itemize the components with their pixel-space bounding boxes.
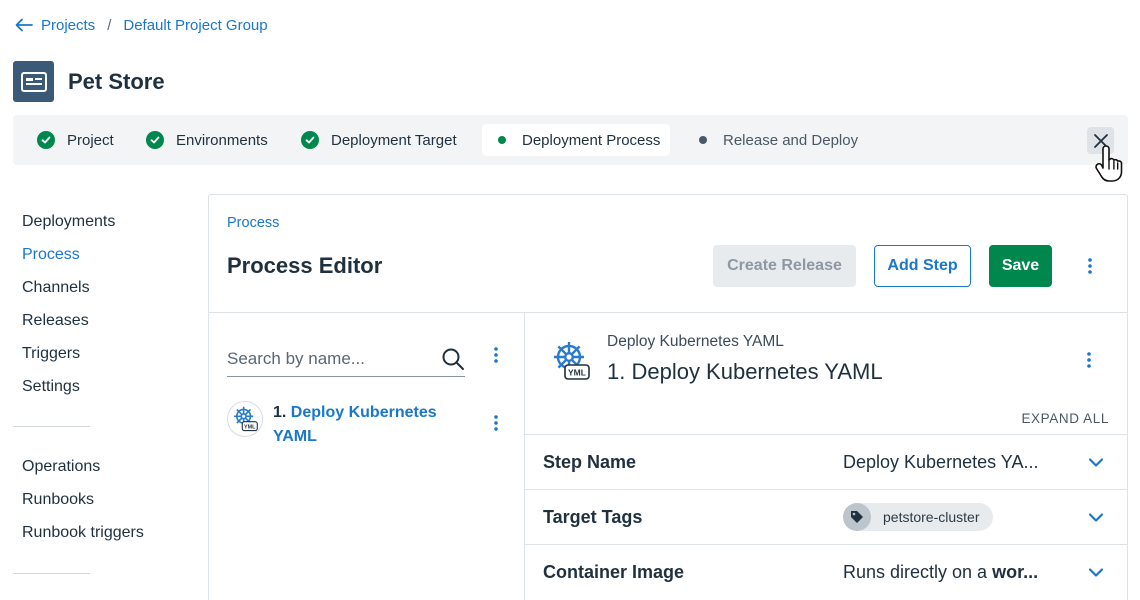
- stepper-step-label: Deployment Process: [522, 131, 661, 149]
- step-list-panel: Search by name... YML 1. Deploy Kubernet…: [209, 313, 525, 600]
- add-step-button[interactable]: Add Step: [874, 245, 971, 287]
- sidebar-item-releases[interactable]: Releases: [22, 304, 192, 337]
- breadcrumb-projects-link[interactable]: Projects: [41, 17, 95, 34]
- row-label: Target Tags: [543, 506, 643, 527]
- stepper-step-release-and-deploy[interactable]: Release and Deploy: [693, 124, 858, 156]
- breadcrumb-separator: /: [107, 16, 112, 34]
- kubernetes-helm-icon: YML: [227, 401, 263, 437]
- tag-icon: [843, 503, 871, 531]
- process-editor-card: Process Process Editor Create Release Ad…: [208, 194, 1128, 600]
- expand-all-button[interactable]: EXPAND ALL: [1021, 411, 1109, 426]
- target-tags-row[interactable]: Target Tags petstore-cluster: [525, 489, 1127, 544]
- sidebar-item-process[interactable]: Process: [22, 238, 192, 271]
- more-vertical-icon[interactable]: [486, 413, 506, 433]
- check-circle-icon: [301, 131, 319, 149]
- row-value-prefix: Runs directly on a: [843, 561, 988, 582]
- stepper-step-project[interactable]: Project: [37, 124, 114, 156]
- chevron-down-icon[interactable]: [1087, 563, 1105, 581]
- pending-step-dot: [699, 136, 707, 144]
- sidebar-item-operations[interactable]: Operations: [22, 450, 192, 483]
- svg-text:YML: YML: [244, 425, 256, 431]
- process-editor-title: Process Editor: [227, 253, 383, 278]
- check-circle-icon: [37, 131, 55, 149]
- current-step-dot: [498, 136, 506, 144]
- step-number: 1.: [273, 404, 287, 421]
- step-type-label: Deploy Kubernetes YAML: [607, 333, 784, 350]
- project-card-icon: [13, 61, 54, 102]
- stepper-step-deployment-target[interactable]: Deployment Target: [301, 124, 457, 156]
- step-title: 1. Deploy Kubernetes YAML: [607, 359, 883, 384]
- more-vertical-icon[interactable]: [1080, 256, 1100, 276]
- process-editor-header: Process Process Editor Create Release Ad…: [209, 195, 1127, 313]
- step-name-link[interactable]: Deploy Kubernetes YAML: [273, 404, 437, 445]
- process-editor-body: Search by name... YML 1. Deploy Kubernet…: [209, 313, 1127, 600]
- page-title: Pet Store: [68, 68, 165, 94]
- stepper-step-label: Release and Deploy: [723, 131, 859, 149]
- sidebar-item-deployments[interactable]: Deployments: [22, 205, 192, 238]
- stepper-step-deployment-process[interactable]: Deployment Process: [482, 124, 671, 156]
- row-label: Container Image: [543, 561, 685, 582]
- svg-text:YML: YML: [568, 368, 586, 378]
- container-image-row[interactable]: Container Image Runs directly on a wor..…: [525, 544, 1127, 599]
- sidebar-item-settings[interactable]: Settings: [22, 370, 192, 403]
- more-vertical-icon[interactable]: [486, 345, 506, 365]
- stepper-step-environments[interactable]: Environments: [146, 124, 268, 156]
- step-detail-panel: YML Deploy Kubernetes YAML 1. Deploy Kub…: [525, 313, 1127, 600]
- stepper-step-label: Environments: [176, 131, 268, 149]
- project-header: Pet Store: [13, 61, 165, 102]
- check-circle-icon: [146, 131, 164, 149]
- search-icon[interactable]: [441, 347, 465, 371]
- breadcrumb-group-link[interactable]: Default Project Group: [123, 17, 267, 34]
- process-breadcrumb-link[interactable]: Process: [227, 215, 279, 231]
- row-label: Step Name: [543, 451, 637, 472]
- target-tag-chip: petstore-cluster: [843, 503, 994, 531]
- project-sidebar: Deployments Process Channels Releases Tr…: [13, 205, 192, 574]
- step-name-row[interactable]: Step Name Deploy Kubernetes YA...: [525, 434, 1127, 489]
- row-value: Deploy Kubernetes YA...: [843, 451, 1039, 472]
- step-settings-list: Step Name Deploy Kubernetes YA... Target…: [525, 434, 1127, 599]
- row-value: Runs directly on a wor...: [843, 562, 1038, 583]
- chevron-down-icon[interactable]: [1087, 453, 1105, 471]
- save-button[interactable]: Save: [989, 245, 1052, 287]
- arrow-left-icon[interactable]: [14, 15, 34, 35]
- row-value-bold: wor...: [992, 561, 1039, 582]
- create-release-button[interactable]: Create Release: [713, 245, 856, 287]
- step-list-item[interactable]: YML 1. Deploy Kubernetes YAML: [227, 401, 507, 449]
- hand-pointer-cursor-icon: [1095, 145, 1123, 182]
- kubernetes-helm-icon: YML: [549, 339, 593, 383]
- breadcrumb: Projects / Default Project Group: [14, 14, 268, 36]
- search-input[interactable]: Search by name...: [227, 341, 465, 377]
- more-vertical-icon[interactable]: [1079, 350, 1099, 370]
- onboarding-stepper: Project Environments Deployment Target D…: [13, 115, 1128, 165]
- tag-label: petstore-cluster: [883, 509, 980, 525]
- stepper-step-label: Project: [67, 131, 114, 149]
- sidebar-divider: [13, 573, 90, 574]
- sidebar-item-channels[interactable]: Channels: [22, 271, 192, 304]
- sidebar-item-runbooks[interactable]: Runbooks: [22, 483, 192, 516]
- stepper-step-label: Deployment Target: [331, 131, 457, 149]
- search-placeholder: Search by name...: [227, 348, 365, 368]
- step-item-label: 1. Deploy Kubernetes YAML: [273, 401, 453, 449]
- chevron-down-icon[interactable]: [1087, 508, 1105, 526]
- sidebar-item-runbook-triggers[interactable]: Runbook triggers: [22, 516, 192, 549]
- sidebar-item-triggers[interactable]: Triggers: [22, 337, 192, 370]
